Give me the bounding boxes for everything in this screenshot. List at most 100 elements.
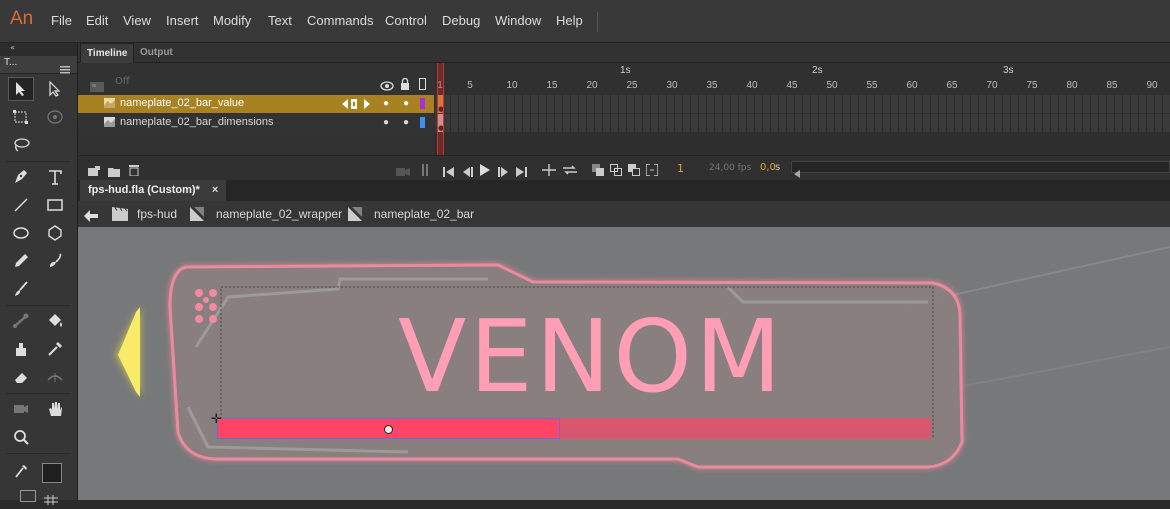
loop-icon[interactable] <box>562 161 578 180</box>
tools-tab[interactable]: T... <box>4 57 17 68</box>
camera-tool-icon[interactable] <box>8 397 34 421</box>
delete-layer-icon[interactable] <box>128 161 140 180</box>
ruler-number: 40 <box>746 80 758 91</box>
nameplate-title[interactable]: VENOM <box>398 307 784 407</box>
ruler-number: 35 <box>706 80 718 91</box>
ink-bottle-tool-icon[interactable] <box>8 337 34 361</box>
timeline-horizontal-scrollbar[interactable] <box>791 161 1170 178</box>
document-tab[interactable]: fps-hud.fla (Custom)* × <box>80 180 227 201</box>
layer-visibility-dot[interactable]: ● <box>383 117 389 128</box>
hand-tool-icon[interactable] <box>42 397 68 421</box>
layer-row-bar-dimensions[interactable]: nameplate_02_bar_dimensions ● ● <box>78 114 434 132</box>
zoom-tool-icon[interactable] <box>8 425 34 449</box>
layer-icon <box>104 98 115 108</box>
current-frame-readout[interactable]: 1 <box>677 162 684 175</box>
new-folder-icon[interactable] <box>108 162 120 181</box>
frame-ruler[interactable]: 1s 2s 3s 1 5 10 15 20 25 30 35 40 45 50 … <box>435 63 1170 95</box>
document-tab-title: fps-hud.fla (Custom)* <box>88 184 200 196</box>
menu-commands[interactable]: Commands <box>307 13 373 28</box>
stroke-color-icon[interactable] <box>8 459 34 483</box>
center-playhead-icon[interactable] <box>542 161 556 180</box>
frame-row[interactable] <box>435 114 1170 132</box>
pen-tool-icon[interactable] <box>8 165 34 189</box>
stage-canvas[interactable]: VENOM ✛ <box>78 227 1170 500</box>
center-frame-icon[interactable] <box>421 161 429 180</box>
registration-point-icon[interactable]: ✛ <box>211 412 222 427</box>
menu-control[interactable]: Control <box>385 13 427 28</box>
brush-tool-icon[interactable] <box>8 277 34 301</box>
go-to-last-frame-icon[interactable] <box>516 162 527 181</box>
new-layer-icon[interactable] <box>88 162 100 181</box>
layer-lock-dot[interactable]: ● <box>403 117 409 128</box>
tab-output[interactable]: Output <box>134 43 179 62</box>
polystar-tool-icon[interactable] <box>42 221 68 245</box>
panel-menu-icon[interactable] <box>60 59 70 78</box>
elapsed-time-readout[interactable]: 0,0 <box>760 162 776 173</box>
free-transform-tool-icon[interactable] <box>8 105 34 129</box>
scene-icon <box>112 206 128 221</box>
close-icon[interactable]: × <box>212 184 218 196</box>
menu-edit[interactable]: Edit <box>86 13 108 28</box>
back-arrow-icon[interactable] <box>84 207 98 226</box>
stroke-color-swatch[interactable] <box>42 463 62 483</box>
ruler-number: 75 <box>1026 80 1038 91</box>
step-back-icon[interactable] <box>462 162 473 181</box>
selection-tool-icon[interactable] <box>8 77 34 101</box>
camera-toggle-icon[interactable] <box>396 162 410 181</box>
text-tool-icon[interactable] <box>42 165 68 189</box>
width-tool-icon[interactable] <box>42 365 68 389</box>
tab-timeline[interactable]: Timeline <box>80 43 135 63</box>
fill-color-icon[interactable] <box>20 490 36 502</box>
paint-bucket-tool-icon[interactable] <box>42 309 68 333</box>
line-tool-icon[interactable] <box>8 193 34 217</box>
lasso-tool-icon[interactable] <box>8 133 34 157</box>
go-to-first-frame-icon[interactable] <box>443 162 454 181</box>
app-logo: An <box>10 8 34 29</box>
menu-text[interactable]: Text <box>268 13 292 28</box>
outline-all-icon[interactable] <box>419 75 426 94</box>
ruler-number: 50 <box>826 80 838 91</box>
onion-outlines-icon[interactable] <box>610 161 622 180</box>
layer-folder-icon[interactable] <box>90 77 104 96</box>
eyedropper-tool-icon[interactable] <box>42 337 68 361</box>
lock-all-icon[interactable] <box>400 75 410 94</box>
eraser-tool-icon[interactable] <box>8 365 34 389</box>
menu-file[interactable]: File <box>51 13 72 28</box>
layer-row-bar-value[interactable]: nameplate_02_bar_value ● ● <box>78 95 434 113</box>
rectangle-tool-icon[interactable] <box>42 193 68 217</box>
ruler-number: 55 <box>866 80 878 91</box>
oval-tool-icon[interactable] <box>8 221 34 245</box>
step-forward-icon[interactable] <box>498 162 509 181</box>
menu-modify[interactable]: Modify <box>213 13 251 28</box>
menu-insert[interactable]: Insert <box>166 13 199 28</box>
breadcrumb-symbol-bar[interactable]: nameplate_02_bar <box>374 207 474 221</box>
movieclip-symbol-icon <box>348 206 362 221</box>
ruler-number: 30 <box>666 80 678 91</box>
frame-rate-readout[interactable]: 24,00 fps <box>709 163 751 173</box>
frame-row[interactable] <box>435 95 1170 113</box>
menu-view[interactable]: View <box>123 13 151 28</box>
menu-help[interactable]: Help <box>556 13 583 28</box>
tools-panel: « T... <box>0 43 78 505</box>
layer-visibility-dot[interactable]: ● <box>383 98 389 109</box>
breadcrumb-scene[interactable]: fps-hud <box>137 207 177 221</box>
pencil-tool-icon[interactable] <box>8 249 34 273</box>
layer-color-swatch[interactable] <box>420 98 425 109</box>
layer-lock-dot[interactable]: ● <box>403 98 409 109</box>
subselection-tool-icon[interactable] <box>42 77 68 101</box>
menu-window[interactable]: Window <box>495 13 541 28</box>
modify-markers-icon[interactable] <box>645 161 659 180</box>
play-icon[interactable] <box>480 161 490 180</box>
layer-color-swatch[interactable] <box>420 117 425 128</box>
collapse-icon[interactable]: « <box>10 43 15 52</box>
onion-skin-icon[interactable] <box>592 161 604 180</box>
show-hide-all-icon[interactable] <box>380 76 394 95</box>
edit-multiple-frames-icon[interactable] <box>628 161 640 180</box>
menu-debug[interactable]: Debug <box>442 13 480 28</box>
corner-dot <box>209 303 217 311</box>
paint-brush-tool-icon[interactable] <box>42 249 68 273</box>
3d-rotation-tool-icon[interactable] <box>42 105 68 129</box>
breadcrumb-symbol-wrapper[interactable]: nameplate_02_wrapper <box>216 207 342 221</box>
bone-tool-icon[interactable] <box>8 309 34 333</box>
transform-point[interactable] <box>384 425 393 434</box>
